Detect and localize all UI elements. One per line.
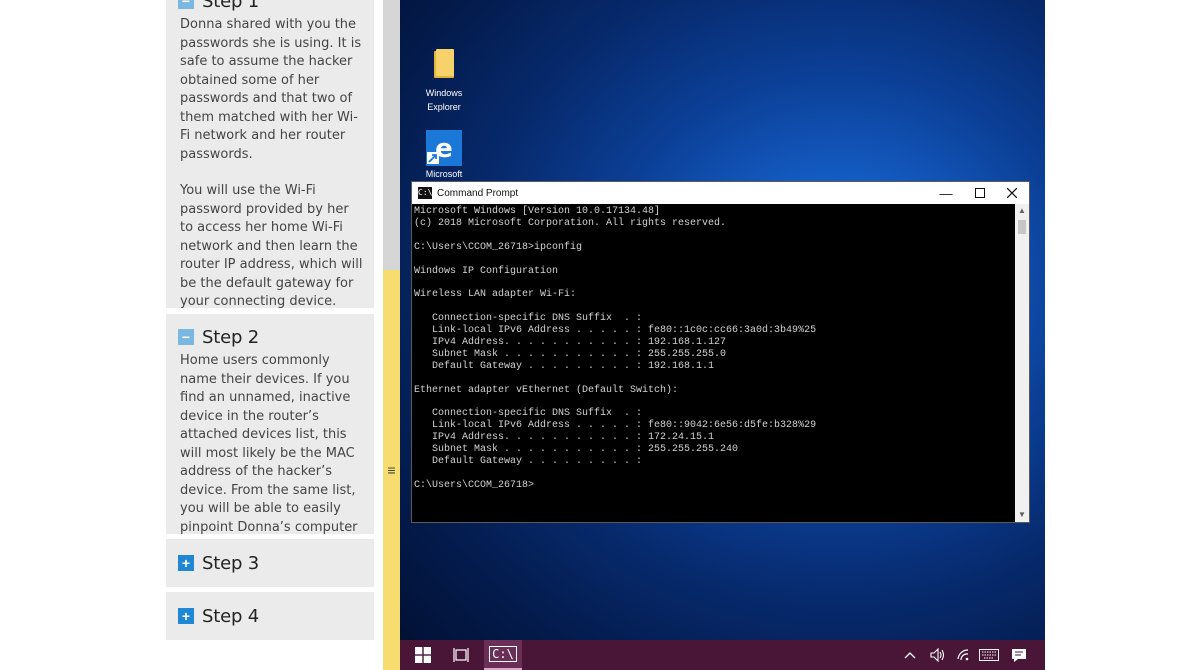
console-line: Connection-specific DNS Suffix . : [414, 408, 643, 420]
window-title: Command Prompt [437, 187, 519, 199]
step-4-title: Step 4 [202, 605, 259, 627]
drag-handle-icon[interactable]: ≡ [383, 458, 400, 482]
windows-start-icon [415, 647, 431, 663]
expand-icon[interactable]: + [178, 608, 194, 624]
console-line: Ethernet adapter vEthernet (Default Swit… [414, 384, 679, 396]
step-2-title: Step 2 [202, 326, 259, 348]
keyboard-icon[interactable] [978, 640, 1000, 670]
maximize-icon [975, 188, 985, 198]
maximize-button[interactable] [963, 182, 997, 204]
edge-browser-icon: e [426, 130, 462, 166]
console-line: Microsoft Windows [Version 10.0.17134.48… [414, 206, 661, 217]
chevron-up-icon[interactable] [902, 640, 918, 670]
step-3-card: + Step 3 [166, 539, 374, 587]
command-prompt-taskbar-button[interactable]: C:\ [484, 640, 522, 670]
console-line: Subnet Mask . . . . . . . . . . . : 255.… [414, 348, 727, 360]
step-1-title: Step 1 [202, 0, 259, 12]
console-line: Default Gateway . . . . . . . . . : [414, 456, 643, 468]
scroll-up-icon[interactable]: ▲ [1015, 204, 1029, 218]
scroll-down-icon[interactable]: ▼ [1015, 508, 1029, 522]
volume-icon[interactable] [928, 640, 948, 670]
wifi-icon[interactable] [954, 640, 972, 670]
desktop-icon-label: Windows [425, 88, 463, 98]
divider-track [383, 0, 400, 270]
step-1-header[interactable]: − Step 1 [166, 0, 374, 14]
task-view-icon [453, 648, 469, 662]
console-line: Windows IP Configuration [414, 265, 559, 277]
windows-desktop: Windows Explorer e Microsoft C:\ Command… [400, 0, 1045, 670]
expand-icon[interactable]: + [178, 555, 194, 571]
notification-icon[interactable] [1008, 640, 1030, 670]
collapse-icon[interactable]: − [178, 329, 194, 345]
instructions-panel: − Step 1 Donna shared with you the passw… [166, 0, 374, 642]
step-3-title: Step 3 [202, 552, 259, 574]
desktop-icon-microsoft-edge[interactable]: e Microsoft [409, 130, 479, 181]
taskbar: C:\ [400, 640, 1045, 670]
console-line: Link-local IPv6 Address . . . . . : fe80… [414, 420, 817, 432]
step-2-card: − Step 2 Home users commonly name their … [166, 314, 374, 553]
console-line: IPv4 Address. . . . . . . . . . . : 172.… [414, 432, 715, 444]
step-4-card: + Step 4 [166, 592, 374, 640]
console-line: Default Gateway . . . . . . . . . : 192.… [414, 360, 715, 372]
collapse-icon[interactable]: − [178, 0, 194, 9]
step-4-header[interactable]: + Step 4 [166, 603, 374, 629]
close-icon [1007, 188, 1017, 198]
desktop-icon-label: Explorer [427, 102, 461, 112]
console-line: Link-local IPv6 Address . . . . . : fe80… [414, 325, 817, 337]
console-line: Subnet Mask . . . . . . . . . . . : 255.… [414, 444, 739, 456]
step-2-header[interactable]: − Step 2 [166, 324, 374, 350]
console-line: (c) 2018 Microsoft Corporation. All righ… [414, 217, 727, 229]
window-titlebar[interactable]: C:\ Command Prompt — [412, 182, 1029, 204]
start-button[interactable] [400, 640, 446, 670]
minimize-button[interactable]: — [929, 182, 963, 204]
console-output[interactable]: Microsoft Windows [Version 10.0.17134.48… [414, 206, 1014, 522]
scroll-thumb[interactable] [1018, 220, 1026, 234]
folder-icon [434, 49, 454, 78]
command-prompt-window[interactable]: C:\ Command Prompt — Microsoft Windows [… [411, 181, 1030, 523]
console-line: Connection-specific DNS Suffix . : [414, 313, 643, 325]
step-2-body: Home users commonly name their devices. … [166, 350, 374, 556]
panel-divider[interactable]: ≡ [383, 0, 400, 670]
desktop-icon-windows-explorer[interactable]: Windows Explorer [409, 48, 479, 114]
console-line: C:\Users\CCOM_26718>ipconfig [414, 241, 583, 253]
vertical-scrollbar[interactable]: ▲ ▼ [1015, 204, 1029, 522]
command-prompt-taskbar-icon: C:\ [489, 646, 517, 662]
step-1-paragraph-1: Donna shared with you the passwords she … [180, 17, 362, 162]
command-prompt-icon: C:\ [418, 187, 433, 199]
step-2-paragraph-1: Home users commonly name their devices. … [180, 353, 358, 553]
step-1-body: Donna shared with you the passwords she … [166, 14, 374, 312]
desktop-icon-label: Microsoft [425, 169, 463, 179]
console-line: Wireless LAN adapter Wi-Fi: [414, 289, 577, 301]
step-1-paragraph-2: You will use the Wi-Fi password provided… [180, 183, 363, 309]
close-button[interactable] [995, 182, 1029, 204]
step-3-header[interactable]: + Step 3 [166, 550, 374, 576]
task-view-button[interactable] [446, 640, 476, 670]
step-1-card: − Step 1 Donna shared with you the passw… [166, 0, 374, 309]
console-line: C:\Users\CCOM_26718> [414, 479, 535, 491]
console-line: IPv4 Address. . . . . . . . . . . : 192.… [414, 336, 727, 348]
